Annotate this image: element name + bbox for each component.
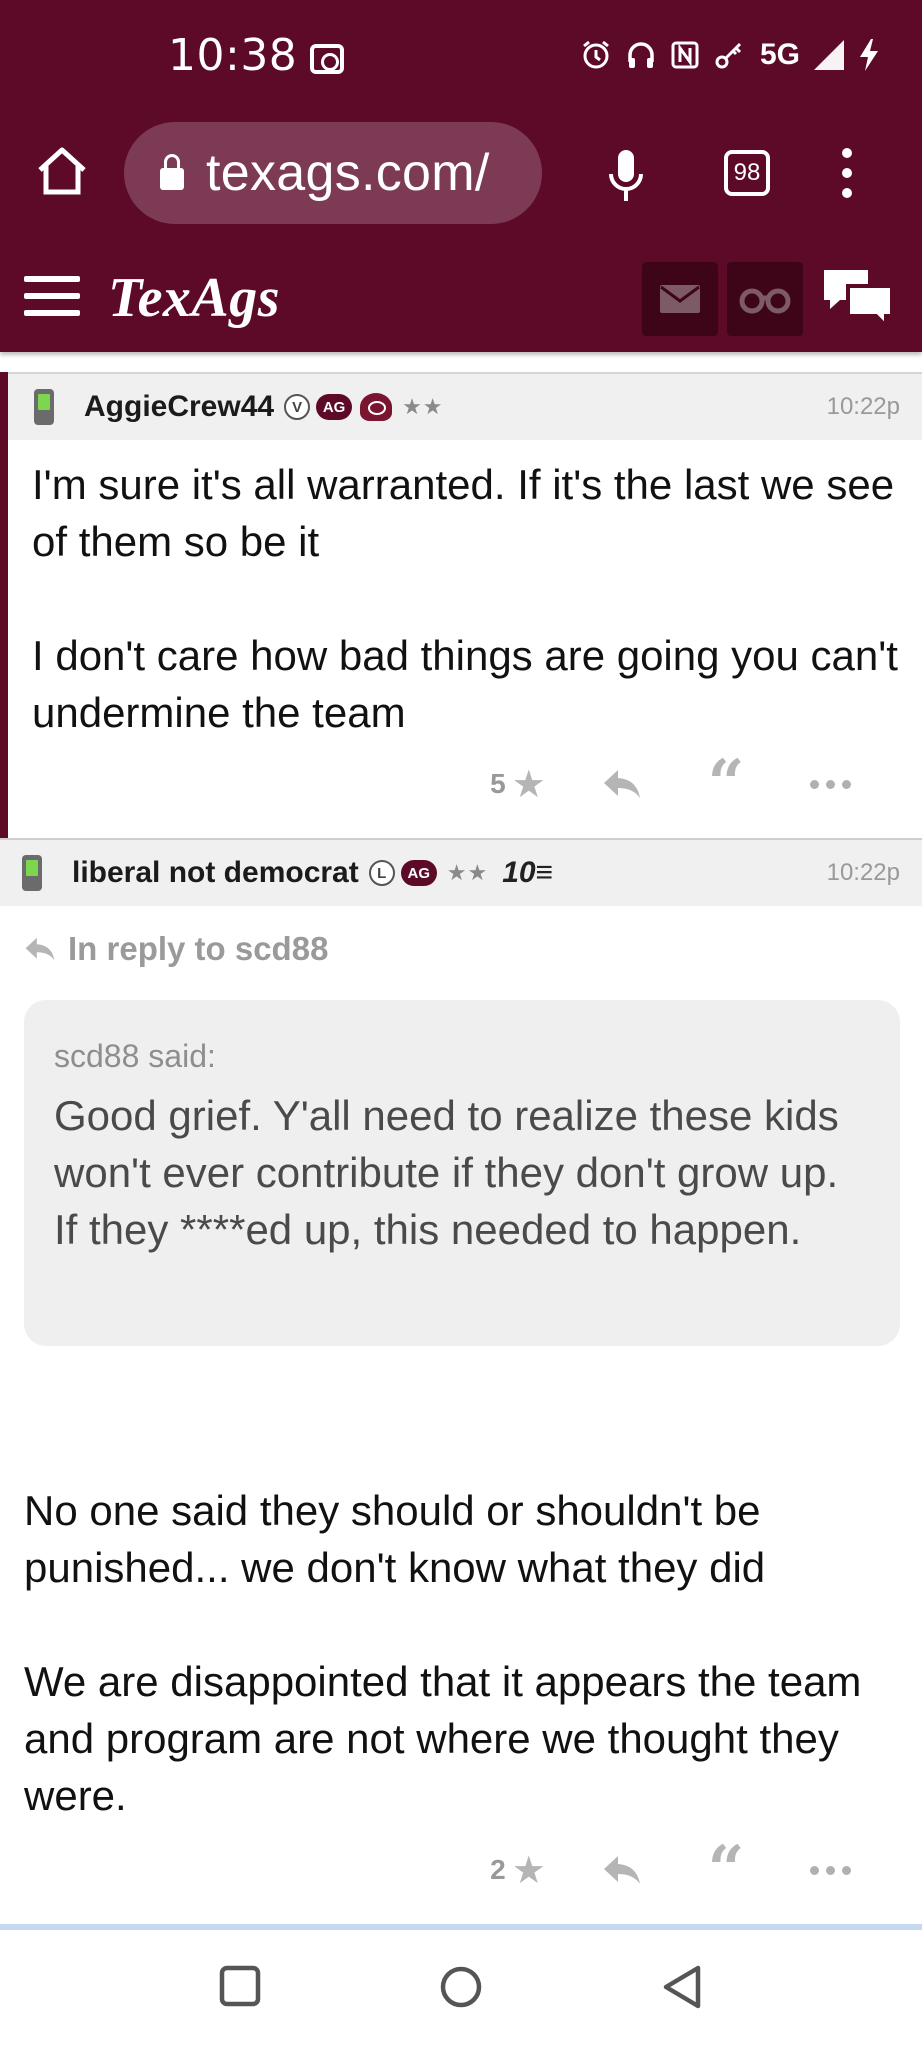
back-icon[interactable] [660, 1964, 704, 2010]
lock-icon [160, 154, 184, 190]
post-time: 10:22p [826, 859, 900, 886]
reply-icon [604, 770, 640, 798]
site-logo[interactable]: TexAgs [108, 266, 280, 330]
system-nav-bar [0, 1930, 922, 2048]
post-actions: 2 ★ “ [466, 1832, 882, 1907]
star-icon: ★ [511, 762, 546, 806]
ag-badge: AG [316, 394, 353, 420]
network-type: 5G [759, 38, 800, 71]
hamburger-icon[interactable] [24, 276, 80, 316]
user-stars: ★★ [402, 394, 444, 420]
post-text-line: I'm sure it's all warranted. If it's the… [32, 461, 895, 565]
star-count: 2 [490, 1854, 506, 1885]
mobile-phone-icon [22, 855, 42, 891]
quote-button[interactable]: “ [674, 1832, 778, 1907]
quote-text: Good grief. Y'all need to realize these … [54, 1092, 839, 1253]
ag-badge: AG [400, 860, 437, 886]
post-username[interactable]: AggieCrew44 [84, 390, 274, 424]
more-vert-icon[interactable] [842, 148, 854, 200]
star-icon: ★ [511, 1848, 546, 1892]
signal-icon [814, 40, 844, 70]
binoculars-button[interactable] [727, 262, 803, 336]
nfc-icon [671, 41, 699, 69]
star-button[interactable]: 2 ★ [466, 1848, 570, 1892]
post-text-line: We are disappointed that it appears the … [24, 1658, 862, 1819]
alarm-icon [583, 40, 609, 69]
post-actions: 5 ★ “ [466, 746, 882, 821]
reply-icon [604, 1856, 640, 1884]
forum-post: liberal not democrat L AG ★★ 10≡ 10:22p … [0, 838, 922, 1928]
recents-icon[interactable] [218, 1964, 262, 2008]
more-button[interactable] [778, 1865, 882, 1875]
url-text[interactable]: texags.com/ [206, 143, 490, 203]
star-button[interactable]: 5 ★ [466, 762, 570, 806]
mic-icon[interactable] [608, 146, 644, 206]
quote-block: scd88 said: Good grief. Y'all need to re… [24, 1000, 900, 1346]
in-reply-to-link[interactable]: In reply to scd88 [24, 930, 328, 968]
helmet-icon [360, 393, 393, 421]
forum-post: AggieCrew44 V AG ★★ 10:22p I'm sure it's… [0, 372, 922, 838]
post-username[interactable]: liberal not democrat [72, 856, 359, 890]
more-button[interactable] [778, 779, 882, 789]
chat-icon[interactable] [820, 264, 896, 334]
site-header: TexAgs [0, 238, 922, 352]
browser-toolbar: texags.com/ 98 [0, 120, 922, 238]
quote-author: scd88 said: [54, 1038, 216, 1074]
reply-button[interactable] [570, 1854, 674, 1886]
reply-button[interactable] [570, 768, 674, 800]
user-badge: L [368, 860, 395, 886]
post-body: I'm sure it's all warranted. If it's the… [32, 456, 912, 741]
post-header: AggieCrew44 V AG ★★ 10:22p [8, 372, 922, 440]
more-horiz-icon [809, 779, 851, 789]
binoculars-icon [739, 288, 791, 314]
user-badge: V [284, 394, 311, 420]
post-text-line: I don't care how bad things are going yo… [32, 632, 898, 736]
status-bar: 10:38 5G [0, 0, 922, 120]
home-circle-icon[interactable] [438, 1964, 484, 2010]
tenure-badge: 10≡ [502, 856, 554, 889]
quote-button[interactable]: “ [674, 746, 778, 821]
star-count: 5 [490, 768, 506, 799]
more-horiz-icon [809, 1865, 851, 1875]
quote-icon: “ [707, 1832, 745, 1907]
reply-icon [25, 937, 55, 961]
key-icon [715, 42, 742, 69]
user-stars: ★★ [446, 860, 489, 886]
mobile-phone-icon [34, 389, 54, 425]
mail-button[interactable] [642, 262, 718, 336]
mail-icon [660, 285, 700, 313]
home-icon[interactable] [36, 142, 88, 202]
post-body: No one said they should or shouldn't be … [24, 1482, 904, 1824]
status-time: 10:38 [168, 30, 298, 81]
quote-icon: “ [707, 746, 745, 821]
reply-to-text: In reply to scd88 [68, 930, 329, 967]
status-icons: 5G [580, 38, 880, 72]
post-text-line: No one said they should or shouldn't be … [24, 1487, 766, 1591]
charging-icon [860, 39, 878, 71]
post-time: 10:22p [826, 393, 900, 420]
url-bar[interactable]: texags.com/ [124, 122, 542, 224]
screen-record-icon [310, 44, 344, 74]
headphones-icon [628, 42, 654, 68]
tabs-icon[interactable]: 98 [724, 150, 770, 196]
post-header: liberal not democrat L AG ★★ 10≡ 10:22p [0, 838, 922, 906]
